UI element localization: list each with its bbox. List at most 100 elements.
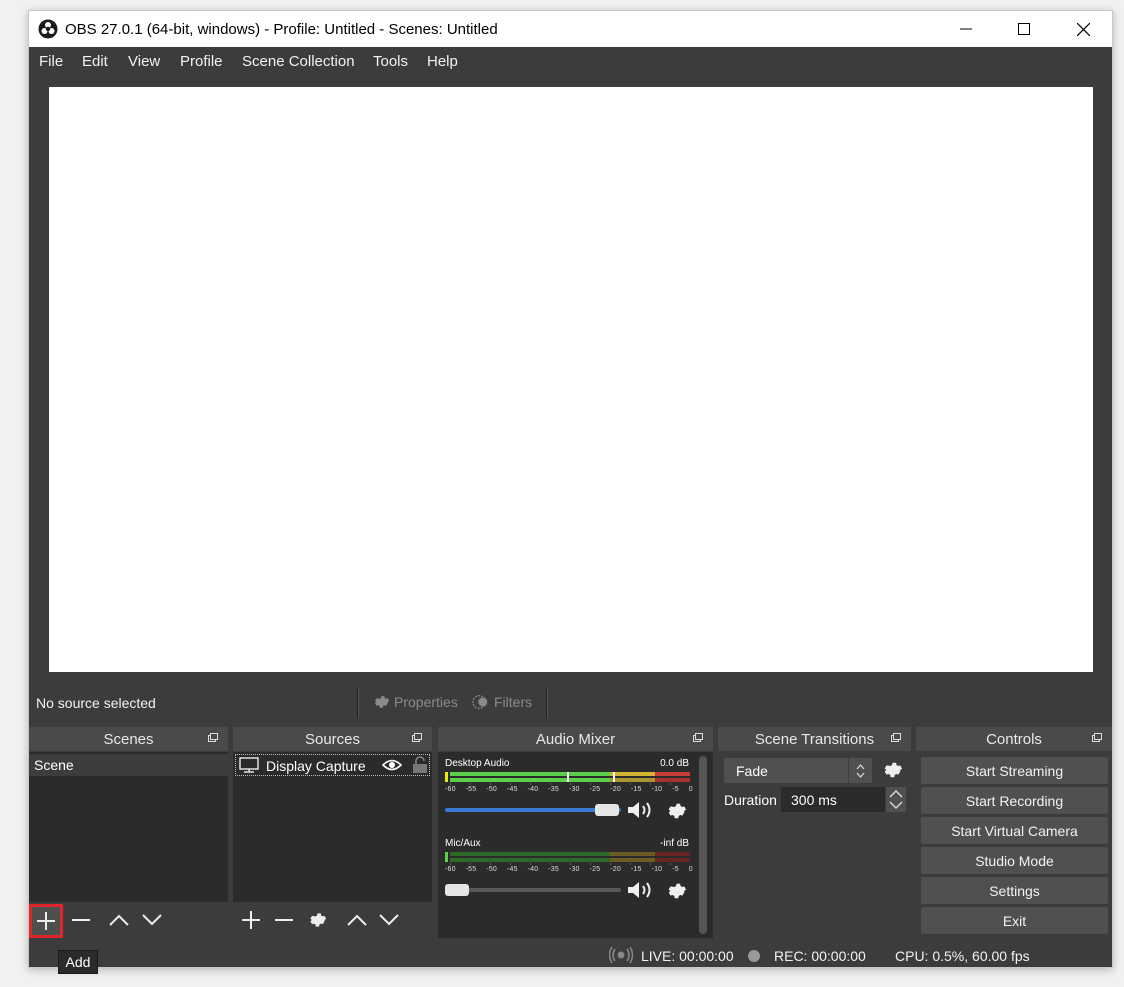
- duration-stepper[interactable]: [886, 787, 906, 812]
- desktop-audio-volume-slider[interactable]: [445, 803, 623, 817]
- controls-dock-title: Controls: [986, 730, 1042, 748]
- window-title: OBS 27.0.1 (64-bit, windows) - Profile: …: [65, 21, 498, 38]
- mixer-scrollbar[interactable]: [698, 756, 708, 934]
- filters-button[interactable]: Filters: [472, 693, 532, 711]
- minimize-icon: [960, 23, 972, 35]
- remove-scene-button[interactable]: [69, 908, 93, 932]
- plus-icon: [37, 912, 55, 930]
- eye-icon[interactable]: [382, 758, 402, 772]
- channel-name: Mic/Aux: [445, 838, 481, 849]
- minus-icon: [275, 911, 293, 929]
- audio-mixer-dock-title: Audio Mixer: [535, 730, 616, 748]
- audio-mixer-dock-header: Audio Mixer: [438, 727, 713, 751]
- move-scene-up-button[interactable]: [107, 908, 131, 932]
- context-bar: [29, 683, 1112, 723]
- gear-icon[interactable]: [665, 800, 687, 822]
- obs-window: OBS 27.0.1 (64-bit, windows) - Profile: …: [28, 10, 1113, 968]
- properties-label: Properties: [394, 694, 458, 710]
- mic-aux-volume-slider[interactable]: [445, 883, 623, 897]
- move-source-up-button[interactable]: [345, 908, 369, 932]
- add-scene-button[interactable]: [29, 904, 63, 938]
- chevron-down-icon: [379, 914, 399, 926]
- obs-logo-icon: [38, 19, 58, 39]
- live-timer: LIVE: 00:00:00: [641, 948, 734, 964]
- float-dock-icon[interactable]: [1092, 733, 1102, 742]
- sources-list[interactable]: Display Capture: [233, 752, 432, 902]
- gear-icon[interactable]: [881, 759, 903, 781]
- minus-icon: [72, 911, 90, 929]
- db-scale: -60 -55 -50 -45 -40 -35 -30 -25 -20 -15 -10 -5 0: [445, 786, 693, 793]
- float-dock-icon[interactable]: [891, 733, 901, 742]
- start-streaming-button[interactable]: Start Streaming: [921, 757, 1108, 784]
- volume-meter: [445, 772, 690, 786]
- close-button[interactable]: [1054, 11, 1112, 47]
- sources-dock-header: Sources: [233, 727, 432, 751]
- rec-timer: REC: 00:00:00: [774, 948, 866, 964]
- float-dock-icon[interactable]: [693, 733, 703, 742]
- add-tooltip: Add: [58, 950, 98, 974]
- unlock-icon[interactable]: [412, 756, 428, 774]
- exit-button[interactable]: Exit: [921, 907, 1108, 934]
- minimize-button[interactable]: [937, 11, 995, 47]
- menu-help[interactable]: Help: [427, 53, 458, 70]
- list-item[interactable]: Display Capture: [235, 754, 430, 776]
- transition-select[interactable]: Fade: [724, 758, 872, 783]
- speaker-icon[interactable]: [626, 799, 656, 821]
- title-bar: OBS 27.0.1 (64-bit, windows) - Profile: …: [29, 11, 1112, 47]
- close-icon: [1076, 22, 1090, 36]
- volume-meter: [445, 852, 690, 866]
- db-scale: -60 -55 -50 -45 -40 -35 -30 -25 -20 -15 -10 -5 0: [445, 866, 693, 873]
- menu-profile[interactable]: Profile: [180, 53, 223, 70]
- preview-canvas[interactable]: [49, 87, 1093, 672]
- live-broadcast-icon: [609, 946, 633, 964]
- filters-label: Filters: [494, 694, 533, 710]
- sources-dock-title: Sources: [304, 730, 361, 748]
- maximize-icon: [1018, 23, 1030, 35]
- channel-db-readout: 0.0 dB: [660, 758, 689, 769]
- monitor-icon: [239, 757, 259, 773]
- gear-icon: [307, 910, 327, 930]
- add-source-button[interactable]: [239, 908, 263, 932]
- float-dock-icon[interactable]: [208, 733, 218, 742]
- duration-value: 300 ms: [791, 792, 837, 808]
- chevron-up-icon[interactable]: [889, 789, 903, 798]
- scene-name: Scene: [34, 757, 74, 773]
- gear-icon[interactable]: [665, 880, 687, 902]
- transitions-dock-header: Scene Transitions: [718, 727, 911, 751]
- controls-dock-header: Controls: [916, 727, 1112, 751]
- duration-input[interactable]: 300 ms: [781, 787, 885, 812]
- gear-icon: [372, 693, 390, 711]
- properties-button[interactable]: Properties: [372, 693, 458, 711]
- channel-db-readout: -inf dB: [660, 838, 689, 849]
- scenes-dock-title: Scenes: [103, 730, 154, 748]
- chevron-up-icon: [109, 914, 129, 926]
- source-status-label: No source selected: [36, 695, 156, 711]
- duration-label: Duration: [724, 792, 777, 808]
- plus-icon: [242, 911, 260, 929]
- menu-scene-collection[interactable]: Scene Collection: [242, 53, 355, 70]
- maximize-button[interactable]: [995, 11, 1053, 47]
- source-properties-button[interactable]: [305, 908, 329, 932]
- menu-file[interactable]: File: [39, 53, 63, 70]
- menu-edit[interactable]: Edit: [82, 53, 108, 70]
- menu-tools[interactable]: Tools: [373, 53, 408, 70]
- chevron-down-icon: [142, 914, 162, 926]
- list-item[interactable]: Scene: [29, 754, 228, 776]
- menu-view[interactable]: View: [128, 53, 160, 70]
- chevron-up-icon: [347, 914, 367, 926]
- start-virtual-camera-button[interactable]: Start Virtual Camera: [921, 817, 1108, 844]
- cpu-fps-status: CPU: 0.5%, 60.00 fps: [895, 948, 1030, 964]
- move-scene-down-button[interactable]: [140, 908, 164, 932]
- move-source-down-button[interactable]: [377, 908, 401, 932]
- settings-button[interactable]: Settings: [921, 877, 1108, 904]
- record-icon: [748, 950, 760, 962]
- speaker-icon[interactable]: [626, 879, 656, 901]
- chevron-down-icon[interactable]: [889, 801, 903, 810]
- scenes-dock-header: Scenes: [29, 727, 228, 751]
- start-recording-button[interactable]: Start Recording: [921, 787, 1108, 814]
- scenes-list[interactable]: Scene: [29, 752, 228, 902]
- float-dock-icon[interactable]: [412, 733, 422, 742]
- studio-mode-button[interactable]: Studio Mode: [921, 847, 1108, 874]
- scrollbar-thumb[interactable]: [699, 756, 707, 934]
- remove-source-button[interactable]: [272, 908, 296, 932]
